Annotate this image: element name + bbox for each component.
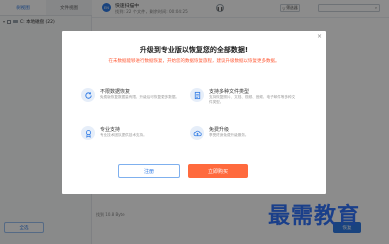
close-icon[interactable]: × <box>317 33 322 40</box>
buy-now-button[interactable]: 立即购买 <box>188 164 248 178</box>
feature-title: 免费升级 <box>209 127 230 133</box>
feature-free-upgrade: 免费升级 享受终身免费升级服务。 <box>190 125 300 153</box>
feature-desc: 专业技术团队提供技术支持。 <box>100 133 147 137</box>
feature-file-types: 支持多种文件类型 支持恢复照片、文档、视频、音频、电子邮件等多种文件类型。 <box>190 87 300 115</box>
feature-title: 支持多种文件类型 <box>209 89 250 95</box>
upgrade-icon <box>190 126 204 140</box>
upgrade-dialog: × 升级到专业版以恢复您的全部数据! 在未数据能够进行数据恢复，开始您的数据恢复… <box>62 31 326 194</box>
file-type-icon <box>190 88 204 102</box>
register-button[interactable]: 注册 <box>118 164 180 178</box>
feature-pro-support: 专业支持 专业技术团队提供技术支持。 <box>81 125 191 153</box>
dialog-title: 升级到专业版以恢复您的全部数据! <box>139 46 249 54</box>
feature-title: 不限数据恢复 <box>100 89 131 95</box>
feature-desc: 免费版恢复数据量有限，升级后可恢复更多数据。 <box>100 95 180 99</box>
dialog-subtitle: 在未数据能够进行数据恢复，开始您的数据恢复旅程，建议升级数据以恢复更多数据。 <box>108 59 280 64</box>
feature-desc: 支持恢复照片、文档、视频、音频、电子邮件等多种文件类型。 <box>209 95 296 104</box>
watermark-text: 最需教育 <box>268 203 361 229</box>
support-icon <box>81 126 95 140</box>
recovery-icon <box>81 88 95 102</box>
feature-desc: 享受终身免费升级服务。 <box>209 133 249 137</box>
app-window: 树视图 文件视图 ▾ C: 本地磁盘 (22) 全选 EN 快速扫描中 找到: … <box>0 0 389 244</box>
feature-title: 专业支持 <box>100 127 121 133</box>
feature-unlimited-recovery: 不限数据恢复 免费版恢复数据量有限，升级后可恢复更多数据。 <box>81 87 191 115</box>
